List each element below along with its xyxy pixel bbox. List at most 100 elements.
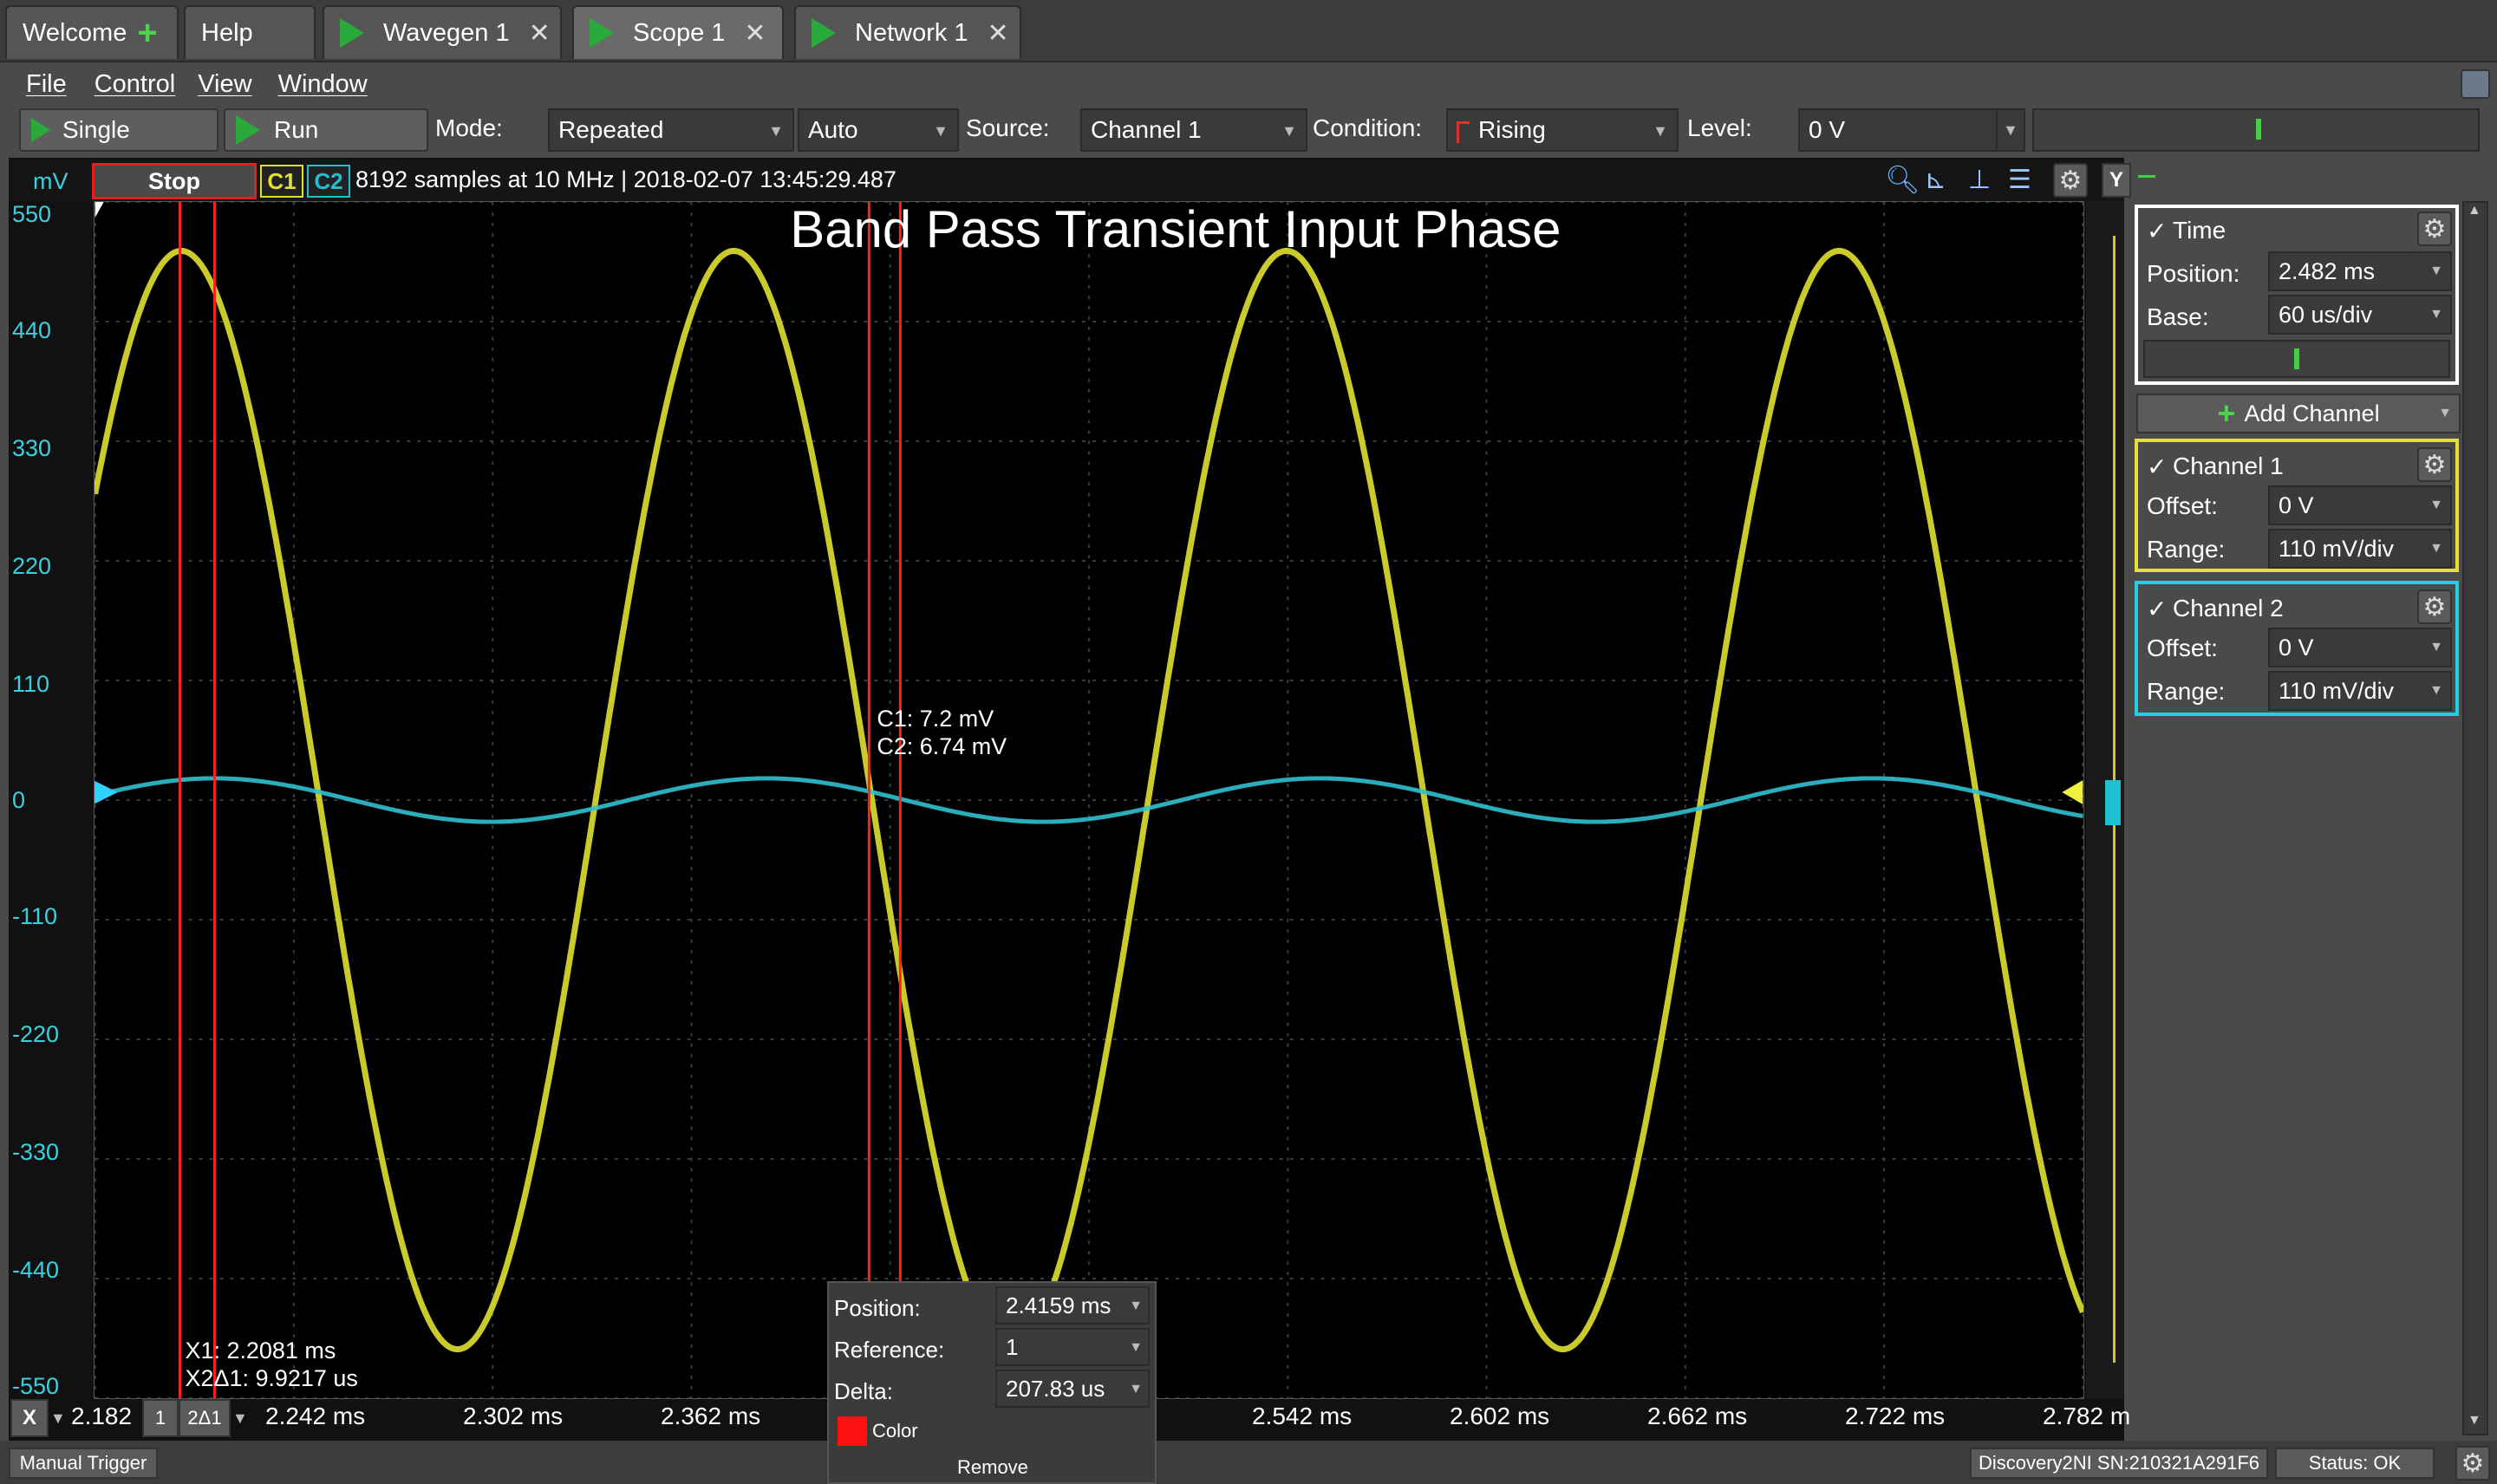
- chevron-down-icon: ▼: [2003, 120, 2018, 139]
- tab-network[interactable]: Network 1 ✕: [794, 5, 1021, 59]
- condition-select[interactable]: Rising ▼: [1446, 108, 1679, 152]
- channel1-range-input[interactable]: 110 mV/div ▼: [2268, 529, 2452, 569]
- check-icon[interactable]: ✓: [2147, 217, 2167, 245]
- gear-icon[interactable]: ⚙: [2417, 589, 2452, 624]
- tab-wavegen[interactable]: Wavegen 1 ✕: [323, 5, 562, 59]
- gear-icon[interactable]: ⚙: [2417, 212, 2452, 246]
- popup-reference-value: 1: [1006, 1333, 1019, 1360]
- chevron-down-icon: ▼: [1281, 122, 1297, 140]
- device-button[interactable]: Discovery2NI SN:210321A291F6: [1970, 1448, 2268, 1479]
- right-panel-scrollbar[interactable]: ▲ ▼: [2462, 201, 2488, 1435]
- popup-position-label: Position:: [834, 1295, 921, 1321]
- measure-icon[interactable]: ☰: [2008, 165, 2031, 195]
- time-position-bar[interactable]: [2143, 340, 2450, 378]
- time-panel: ✓ Time ⚙ Position: 2.482 ms ▼ Base: 60 u…: [2135, 205, 2459, 385]
- channel1-toggle[interactable]: C1: [260, 165, 303, 198]
- color-swatch[interactable]: [838, 1416, 867, 1446]
- scope-plot[interactable]: Band Pass Transient Input Phase C1: 7.2 …: [94, 201, 2084, 1399]
- x-tick-label: 2.542 ms: [1252, 1403, 1353, 1429]
- trigger-position-bar[interactable]: [2032, 108, 2480, 152]
- panel-collapse-icon[interactable]: [2138, 175, 2155, 178]
- cursor-2-button[interactable]: 2Δ1: [179, 1399, 231, 1437]
- y-units: mV: [33, 168, 68, 194]
- chevron-down-icon[interactable]: ▼: [50, 1409, 66, 1428]
- close-icon[interactable]: ✕: [529, 18, 551, 49]
- check-icon[interactable]: ✓: [2147, 595, 2167, 623]
- time-marker: [2294, 348, 2299, 369]
- popup-position-value: 2.4159 ms: [1006, 1292, 1112, 1318]
- condition-label: Condition:: [1313, 114, 1423, 141]
- time-base-value: 60 us/div: [2279, 301, 2373, 328]
- channel2-range-input[interactable]: 110 mV/div ▼: [2268, 671, 2452, 711]
- y-tick-label: 220: [12, 553, 52, 579]
- popup-delta-input[interactable]: 207.83 us ▼: [995, 1370, 1150, 1408]
- channel2-panel: ✓ Channel 2 ⚙ Offset: 0 V ▼ Range: 110 m…: [2135, 581, 2459, 716]
- tab-welcome[interactable]: Welcome +: [5, 5, 179, 59]
- chevron-down-icon: ▼: [1653, 122, 1668, 140]
- play-icon: [340, 18, 364, 48]
- y-tick-label: 330: [12, 435, 52, 461]
- source-value: Channel 1: [1091, 116, 1202, 143]
- gear-icon[interactable]: ⚙: [2455, 1446, 2490, 1481]
- stop-button[interactable]: Stop: [92, 163, 257, 199]
- channel2-offset-input[interactable]: 0 V ▼: [2268, 628, 2452, 667]
- tab-scope[interactable]: Scope 1 ✕: [572, 5, 784, 59]
- add-channel-button[interactable]: + Add Channel ▼: [2136, 394, 2461, 433]
- run-button[interactable]: Run: [224, 108, 428, 152]
- menu-control[interactable]: Control: [95, 70, 176, 99]
- manual-trigger-button[interactable]: Manual Trigger: [9, 1448, 158, 1479]
- c1-label: C1: [267, 167, 297, 194]
- chevron-down-icon: ▼: [2429, 498, 2443, 512]
- single-icon: [31, 118, 50, 142]
- stop-label: Stop: [148, 167, 200, 194]
- tab-help[interactable]: Help: [184, 5, 316, 59]
- channel1-panel: ✓ Channel 1 ⚙ Offset: 0 V ▼ Range: 110 m…: [2135, 439, 2459, 572]
- popup-position-input[interactable]: 2.4159 ms ▼: [995, 1286, 1150, 1325]
- chevron-down-icon[interactable]: ▼: [232, 1409, 248, 1428]
- chevron-down-icon: ▼: [2429, 683, 2443, 698]
- chevron-up-icon[interactable]: ▲: [2468, 203, 2481, 218]
- single-button[interactable]: Single: [19, 108, 218, 152]
- cursor-x1-readout: X1: 2.2081 ms: [186, 1338, 336, 1364]
- auto-select[interactable]: Auto ▼: [798, 108, 959, 152]
- cursor-1-button[interactable]: 1: [142, 1399, 179, 1437]
- y-axis-button[interactable]: Y: [2102, 163, 2131, 198]
- menu-file[interactable]: File: [26, 70, 67, 99]
- add-channel-label: Add Channel: [2244, 400, 2380, 426]
- y-tick-label: -440: [12, 1257, 60, 1283]
- y-tick-label: 550: [12, 201, 52, 227]
- source-select[interactable]: Channel 1 ▼: [1080, 108, 1307, 152]
- chevron-down-icon: ▼: [768, 122, 784, 140]
- close-icon[interactable]: ✕: [988, 18, 1009, 49]
- cursor-y-icon[interactable]: ⊥: [1968, 165, 1991, 195]
- popup-reference-select[interactable]: 1 ▼: [995, 1328, 1150, 1366]
- level-input[interactable]: 0 V: [1798, 108, 2025, 152]
- channel1-offset-input[interactable]: 0 V ▼: [2268, 485, 2452, 525]
- gear-icon[interactable]: ⚙: [2053, 163, 2088, 198]
- cursor-x2-readout: X2Δ1: 9.9217 us: [186, 1365, 358, 1391]
- channel2-range-indicator: [2105, 780, 2121, 825]
- menu-view[interactable]: View: [198, 70, 251, 99]
- x-tick-label: 2.302 ms: [463, 1403, 564, 1429]
- y-tick-label: 0: [12, 787, 26, 813]
- window-icon[interactable]: [2461, 69, 2490, 99]
- x-axis-button[interactable]: X: [10, 1399, 49, 1437]
- zoom-icon[interactable]: 🔍︎: [1885, 163, 1920, 196]
- time-position-value: 2.482 ms: [2279, 257, 2376, 284]
- menu-window[interactable]: Window: [278, 70, 368, 99]
- channel2-offset-value: 0 V: [2279, 634, 2314, 661]
- y-tick-label: -220: [12, 1021, 60, 1047]
- chevron-down-icon[interactable]: ▼: [2468, 1413, 2481, 1429]
- time-base-input[interactable]: 60 us/div ▼: [2268, 295, 2452, 335]
- time-position-input[interactable]: 2.482 ms ▼: [2268, 251, 2452, 291]
- gear-icon[interactable]: ⚙: [2417, 447, 2452, 482]
- mode-select[interactable]: Repeated ▼: [548, 108, 794, 152]
- chevron-down-icon: ▼: [2429, 640, 2443, 654]
- channel2-toggle[interactable]: C2: [307, 165, 350, 198]
- level-dropdown[interactable]: ▼: [1996, 108, 2025, 152]
- close-icon[interactable]: ✕: [744, 18, 766, 49]
- popup-remove-button[interactable]: Remove: [957, 1456, 1028, 1479]
- channel2-range-label: Range:: [2147, 678, 2226, 705]
- check-icon[interactable]: ✓: [2147, 452, 2167, 481]
- cursor-x-icon[interactable]: ⊾: [1925, 165, 1946, 195]
